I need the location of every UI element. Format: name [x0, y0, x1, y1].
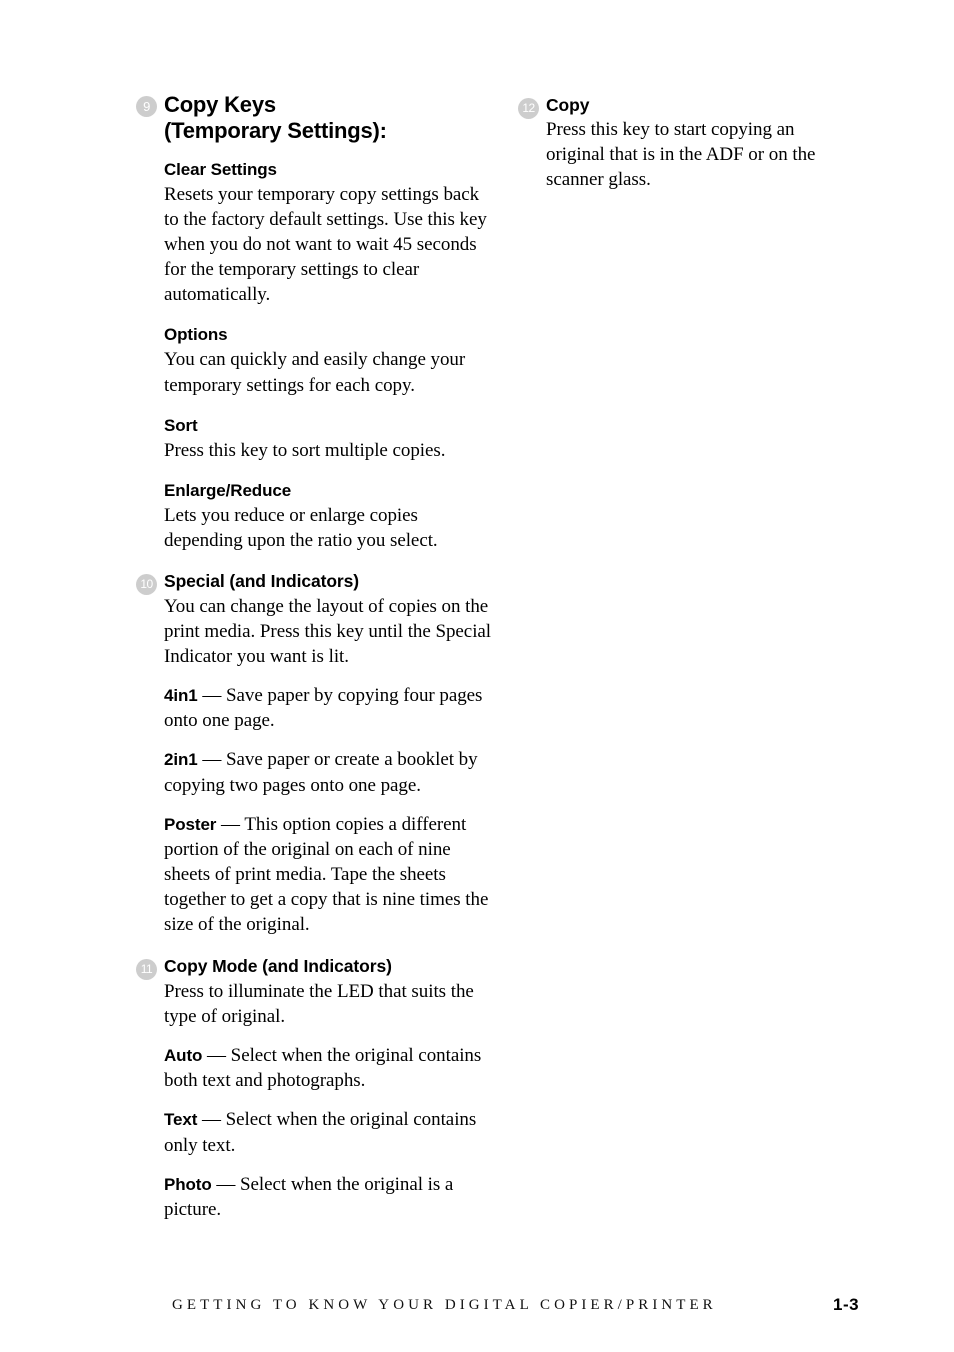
- subsection-heading: Clear Settings: [164, 160, 277, 179]
- term-label: 4in1: [164, 686, 198, 706]
- subsection-body: Resets your temporary copy settings back…: [164, 184, 487, 306]
- section-11-body: Copy Mode (and Indicators) Press to illu…: [164, 955, 492, 1222]
- subsection-enlarge-reduce: Enlarge/Reduce Lets you reduce or enlarg…: [164, 480, 492, 553]
- section-9-title: Copy Keys (Temporary Settings):: [164, 92, 492, 144]
- term-label: Poster: [164, 814, 217, 834]
- section-12-heading: Copy: [546, 95, 590, 115]
- subsection-heading: Options: [164, 325, 228, 345]
- page-footer: GETTING TO KNOW YOUR DIGITAL COPIER/PRIN…: [0, 1295, 954, 1323]
- term-4in1: 4in1 — Save paper by copying four pages …: [164, 683, 492, 733]
- term-dash: —: [202, 1045, 231, 1067]
- step-number-badge-12: 12: [518, 98, 539, 119]
- footer-running-head: GETTING TO KNOW YOUR DIGITAL COPIER/PRIN…: [172, 1297, 717, 1313]
- section-9-title-line2: (Temporary Settings):: [164, 118, 387, 143]
- section-10: 10 Special (and Indicators) You can chan…: [136, 570, 492, 937]
- subsection-clear-settings: Clear Settings Resets your temporary cop…: [164, 159, 492, 307]
- section-10-body: Special (and Indicators) You can change …: [164, 570, 492, 937]
- section-12: 12 Copy Press this key to start copying …: [518, 94, 848, 192]
- term-auto: Auto — Select when the original contains…: [164, 1043, 492, 1093]
- subsection-body: Press this key to sort multiple copies.: [164, 439, 446, 461]
- section-12-body-text: Press this key to start copying an origi…: [546, 119, 816, 191]
- term-dash: —: [211, 1173, 241, 1195]
- section-9: 9 Copy Keys (Temporary Settings): Clear …: [136, 92, 492, 553]
- term-dash: —: [216, 813, 245, 835]
- term-text: Text — Select when the original contains…: [164, 1107, 492, 1157]
- subsection-options: Options You can quickly and easily chang…: [164, 324, 492, 397]
- term-label: Text: [164, 1110, 198, 1130]
- section-10-body-text: You can change the layout of copies on t…: [164, 595, 492, 668]
- subsection-sort: Sort Press this key to sort multiple cop…: [164, 415, 492, 463]
- right-column: 12 Copy Press this key to start copying …: [518, 94, 848, 192]
- term-dash: —: [197, 685, 226, 707]
- step-number-badge-9: 9: [136, 96, 157, 117]
- step-number-badge-11: 11: [136, 959, 157, 981]
- section-10-heading: Special (and Indicators): [164, 570, 360, 591]
- term-2in1: 2in1 — Save paper or create a booklet by…: [164, 747, 492, 797]
- subsection-heading: Enlarge/Reduce: [164, 480, 292, 500]
- subsection-body: You can quickly and easily change your t…: [164, 349, 466, 396]
- term-label: Auto: [164, 1046, 203, 1066]
- term-dash: —: [197, 1109, 226, 1131]
- subsection-heading: Sort: [164, 415, 198, 435]
- step-number-badge-10: 10: [136, 573, 157, 595]
- section-9-title-line1: Copy Keys: [164, 92, 276, 117]
- term-dash: —: [197, 749, 226, 771]
- left-column: 9 Copy Keys (Temporary Settings): Clear …: [136, 92, 492, 1222]
- term-poster: Poster — This option copies a different …: [164, 812, 492, 937]
- term-label: 2in1: [164, 750, 198, 770]
- section-11: 11 Copy Mode (and Indicators) Press to i…: [136, 955, 492, 1222]
- term-label: Photo: [164, 1174, 212, 1194]
- subsection-body: Lets you reduce or enlarge copies depend…: [164, 504, 438, 551]
- document-page: 9 Copy Keys (Temporary Settings): Clear …: [0, 0, 954, 1352]
- section-11-heading: Copy Mode (and Indicators): [164, 956, 392, 977]
- term-photo: Photo — Select when the original is a pi…: [164, 1172, 492, 1222]
- section-9-body: Copy Keys (Temporary Settings): Clear Se…: [164, 92, 492, 553]
- section-11-body-text: Press to illuminate the LED that suits t…: [164, 981, 474, 1028]
- footer-page-number: 1-3: [833, 1295, 860, 1314]
- section-12-body: Copy Press this key to start copying an …: [546, 94, 848, 192]
